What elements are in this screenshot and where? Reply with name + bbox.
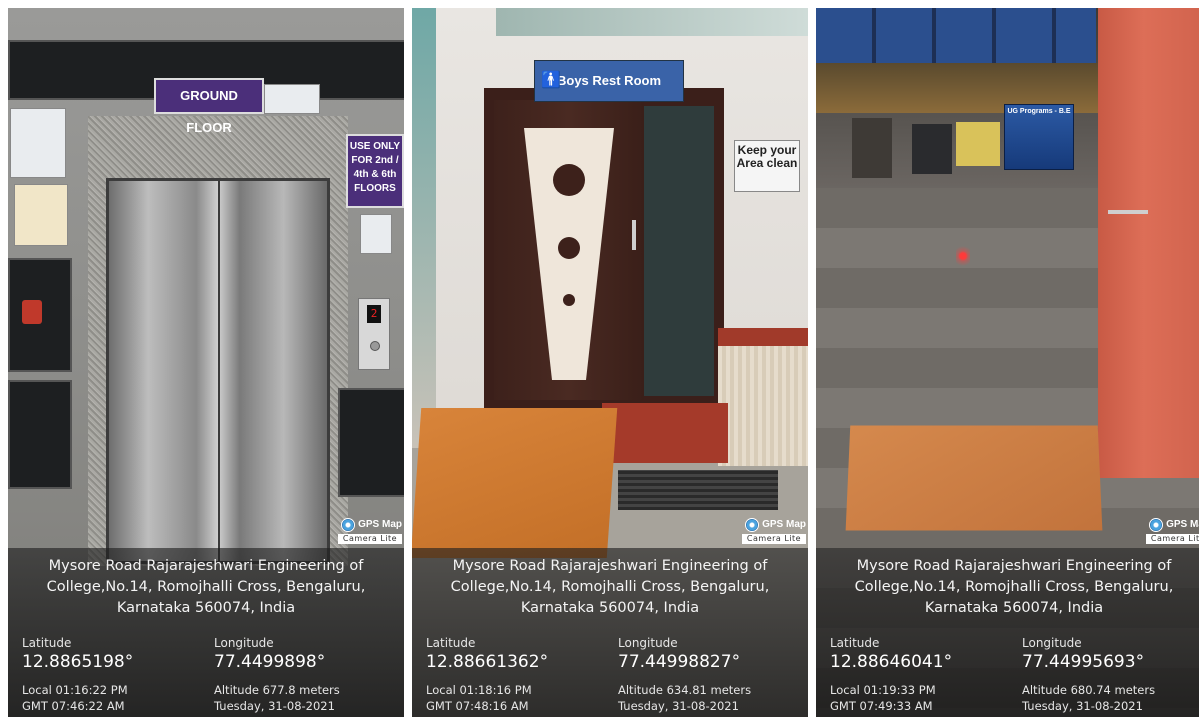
latitude-value: 12.88661362° [426, 652, 549, 672]
left-wall-edge [412, 8, 436, 448]
local-time: Local 01:16:22 PM [22, 683, 128, 697]
left-wall-panel-lower [8, 380, 72, 489]
address: Mysore Road Rajarajeshwari Engineering o… [418, 556, 802, 619]
latitude-value: 12.8865198° [22, 652, 134, 672]
gps-map-badge: GPS Map Camera Lite [742, 517, 806, 547]
ground-floor-sign: GROUND FLOOR [154, 78, 264, 135]
keep-clean-sign: Keep your Area clean [734, 140, 800, 192]
pillar [1098, 8, 1199, 478]
gps-badge-title: GPS Map [762, 519, 806, 530]
wooden-ramp [845, 425, 1103, 531]
call-button [370, 341, 380, 351]
entry-step [602, 403, 728, 463]
longitude-label: Longitude [214, 636, 274, 650]
photo-restroom: 🚹 Boys Rest Room Keep your Area clean GP… [412, 8, 808, 717]
fire-alarm [22, 300, 42, 324]
date: Tuesday, 31-08-2021 [1022, 699, 1143, 713]
address: Mysore Road Rajarajeshwari Engineering o… [822, 556, 1199, 619]
address-line: College,No.14, Romojhalli Cross, Bengalu… [854, 579, 1174, 595]
gps-badge-subtitle: Camera Lite [338, 534, 402, 544]
geotag-overlay: Mysore Road Rajarajeshwari Engineering o… [412, 548, 808, 717]
gps-badge-subtitle: Camera Lite [1146, 534, 1199, 544]
restroom-sign-text: Boys Rest Room [556, 73, 662, 88]
longitude-value: 77.44995693° [1022, 652, 1145, 672]
ug-programs-banner: UG Programs - B.E [1004, 104, 1074, 170]
notice-board [816, 8, 1096, 63]
camera-icon [1149, 518, 1164, 532]
right-wall-panel-lower [338, 388, 404, 497]
social-distancing-poster [10, 108, 66, 178]
photo-corridor-ramp: UG Programs - B.E GPS Map Camera Lite My… [816, 8, 1199, 717]
address-line: Karnataka 560074, India [924, 600, 1104, 616]
photo-elevator: GROUND FLOOR USE ONLY FOR 2nd / 4th & 6t… [8, 8, 404, 717]
latitude-label: Latitude [22, 636, 72, 650]
floor-restriction-sign: USE ONLY FOR 2nd / 4th & 6th FLOORS [346, 134, 404, 208]
date: Tuesday, 31-08-2021 [618, 699, 739, 713]
gps-badge-title: GPS Map [358, 519, 402, 530]
address-line: Mysore Road Rajarajeshwari Engineering o… [452, 558, 768, 574]
latitude-value: 12.88646041° [830, 652, 953, 672]
person-icon: 🚹 [541, 72, 561, 89]
longitude-value: 77.4499898° [214, 652, 326, 672]
elevator-door [106, 178, 330, 564]
local-time: Local 01:19:33 PM [830, 683, 936, 697]
gmt-time: GMT 07:48:16 AM [426, 699, 529, 713]
address-line: College,No.14, Romojhalli Cross, Bengalu… [46, 579, 366, 595]
boys-rest-room-sign: 🚹 Boys Rest Room [534, 60, 684, 102]
camera-icon [745, 518, 760, 532]
longitude-value: 77.44998827° [618, 652, 741, 672]
longitude-label: Longitude [618, 636, 678, 650]
geotag-overlay: Mysore Road Rajarajeshwari Engineering o… [8, 548, 404, 717]
latitude-label: Latitude [426, 636, 476, 650]
altitude: Altitude 677.8 meters [214, 683, 340, 697]
wooden-ramp [412, 408, 618, 558]
safety-poster [14, 184, 68, 246]
altitude: Altitude 634.81 meters [618, 683, 752, 697]
latitude-label: Latitude [830, 636, 880, 650]
address-line: Karnataka 560074, India [520, 600, 700, 616]
gmt-time: GMT 07:49:33 AM [830, 699, 933, 713]
floor-indicator-display: 2 [367, 305, 381, 323]
door-mat [618, 470, 778, 510]
local-time: Local 01:18:16 PM [426, 683, 532, 697]
door-decoration [524, 128, 636, 380]
gps-map-badge: GPS Map Camera Lite [1146, 517, 1199, 547]
lit-room [956, 122, 1000, 166]
banner-title: UG Programs - B.E [1007, 108, 1071, 115]
staircase [912, 124, 952, 174]
address: Mysore Road Rajarajeshwari Engineering o… [14, 556, 398, 619]
doorway [852, 118, 892, 178]
gps-badge-title: GPS Map [1166, 519, 1199, 530]
camera-icon [341, 518, 356, 532]
red-light-reflection [956, 244, 970, 268]
address-line: Mysore Road Rajarajeshwari Engineering o… [48, 558, 364, 574]
address-line: Mysore Road Rajarajeshwari Engineering o… [856, 558, 1172, 574]
notice-card [264, 84, 320, 114]
address-line: College,No.14, Romojhalli Cross, Bengalu… [450, 579, 770, 595]
restroom-door [494, 100, 644, 400]
date: Tuesday, 31-08-2021 [214, 699, 335, 713]
longitude-label: Longitude [1022, 636, 1082, 650]
inner-door [644, 106, 714, 396]
elevator-call-panel: 2 [358, 298, 390, 370]
address-line: Karnataka 560074, India [116, 600, 296, 616]
gps-badge-subtitle: Camera Lite [742, 534, 806, 544]
window-strip [496, 8, 808, 36]
handrail [1108, 210, 1148, 214]
gps-map-badge: GPS Map Camera Lite [338, 517, 402, 547]
geotag-overlay: Mysore Road Rajarajeshwari Engineering o… [816, 548, 1199, 717]
small-notice [360, 214, 392, 254]
tiled-dado [718, 328, 808, 466]
altitude: Altitude 680.74 meters [1022, 683, 1156, 697]
gmt-time: GMT 07:46:22 AM [22, 699, 125, 713]
